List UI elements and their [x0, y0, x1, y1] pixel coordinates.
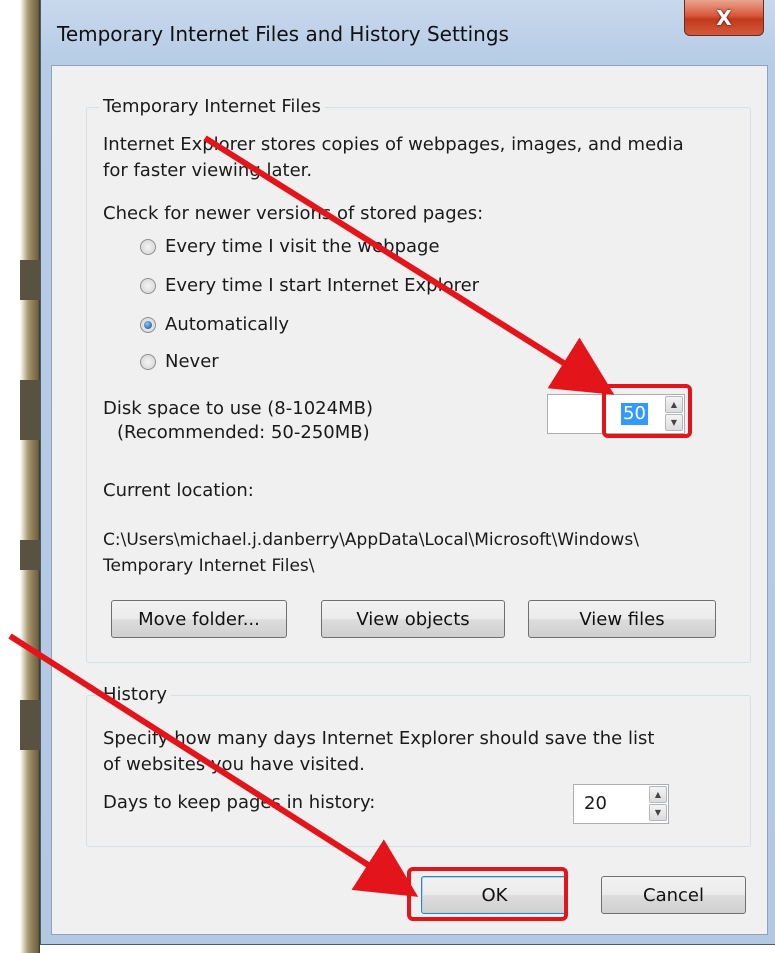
close-button[interactable]: X — [684, 0, 764, 36]
view-objects-button[interactable]: View objects — [321, 600, 505, 638]
disk-space-recommended: (Recommended: 50-250MB) — [117, 422, 370, 443]
radio-label: Every time I visit the webpage — [165, 236, 440, 257]
days-spinner[interactable]: 20 ▲ ▼ — [573, 784, 669, 824]
tif-description-2: for faster viewing later. — [103, 160, 313, 181]
group-legend: History — [99, 684, 172, 706]
radio-every-start[interactable]: Every time I start Internet Explorer — [140, 275, 479, 296]
desktop-background — [0, 0, 40, 953]
history-group: History Specify how many days Internet E… — [86, 684, 751, 847]
cancel-button[interactable]: Cancel — [601, 876, 746, 914]
spin-up-icon[interactable]: ▲ — [649, 786, 667, 803]
radio-label: Every time I start Internet Explorer — [165, 275, 480, 296]
move-folder-button[interactable]: Move folder... — [111, 600, 287, 638]
current-location-path-2: Temporary Internet Files\ — [103, 556, 315, 576]
history-description: Specify how many days Internet Explorer … — [103, 728, 655, 749]
radio-label: Automatically — [165, 314, 289, 335]
settings-dialog: Temporary Internet Files and History Set… — [40, 0, 775, 945]
days-label: Days to keep pages in history: — [103, 792, 376, 813]
radio-icon — [140, 277, 156, 294]
spin-down-icon[interactable]: ▼ — [649, 804, 667, 821]
radio-checked-icon — [140, 316, 156, 333]
radio-automatically[interactable]: Automatically — [140, 314, 289, 335]
disk-space-label: Disk space to use (8-1024MB) — [103, 398, 373, 419]
radio-every-visit[interactable]: Every time I visit the webpage — [140, 236, 440, 257]
tif-description: Internet Explorer stores copies of webpa… — [103, 134, 684, 155]
disk-space-highlight — [602, 384, 692, 438]
radio-icon — [140, 353, 156, 370]
current-location-label: Current location: — [103, 480, 254, 501]
dialog-client-area: Temporary Internet Files Internet Explor… — [51, 65, 768, 935]
group-legend: Temporary Internet Files — [99, 96, 325, 118]
dialog-title: Temporary Internet Files and History Set… — [57, 22, 509, 46]
spinner-buttons: ▲ ▼ — [649, 786, 667, 822]
view-files-button[interactable]: View files — [528, 600, 716, 638]
days-value[interactable]: 20 — [584, 793, 607, 815]
radio-label: Never — [165, 351, 219, 372]
check-newer-label: Check for newer versions of stored pages… — [103, 203, 484, 224]
history-description-2: of websites you have visited. — [103, 754, 365, 775]
close-icon: X — [716, 5, 732, 30]
radio-icon — [140, 238, 156, 255]
radio-never[interactable]: Never — [140, 351, 219, 372]
ok-button-highlight — [407, 867, 568, 921]
current-location-path: C:\Users\michael.j.danberry\AppData\Loca… — [103, 530, 639, 550]
